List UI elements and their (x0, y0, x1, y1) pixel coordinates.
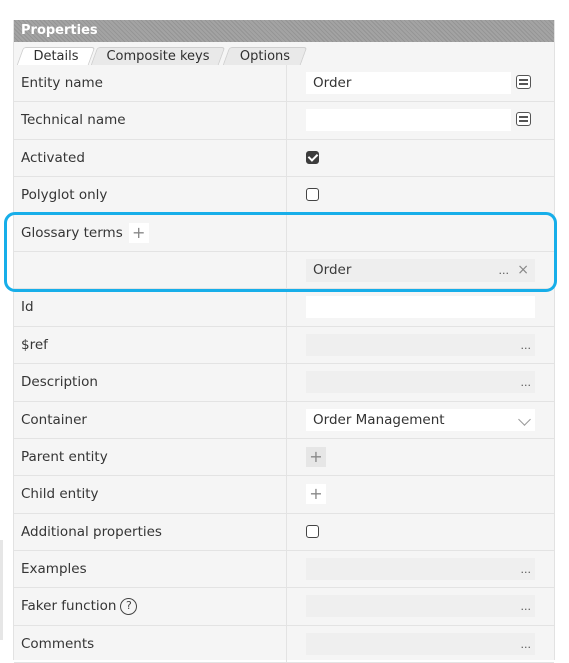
tab-options[interactable]: Options (222, 47, 308, 65)
row-additional-properties: Additional properties (14, 513, 554, 552)
description-label: Description (21, 374, 98, 391)
row-activated: Activated (14, 139, 554, 178)
glossary-term-field[interactable]: Order ... × (306, 258, 535, 282)
row-examples: Examples ... (14, 551, 554, 589)
comments-browse-icon[interactable]: ... (521, 633, 532, 657)
add-child-entity-plus-icon[interactable]: + (306, 484, 326, 505)
polyglot-only-label: Polyglot only (21, 187, 108, 204)
ref-browse-icon[interactable]: ... (521, 334, 532, 358)
technical-name-text-editor-icon[interactable] (516, 112, 531, 127)
technical-name-input[interactable] (306, 109, 511, 132)
examples-label: Examples (21, 561, 87, 578)
activated-checkbox[interactable] (306, 150, 319, 164)
row-id: Id (14, 289, 554, 327)
activated-label: Activated (21, 149, 85, 166)
glossary-terms-label: Glossary terms + (21, 215, 149, 251)
description-browse-icon[interactable]: ... (521, 371, 532, 395)
row-child-entity: Child entity + (14, 476, 554, 514)
id-label: Id (21, 299, 34, 316)
row-faker-function: Faker function? ... (14, 588, 554, 626)
properties-panel: Properties Details Composite keys Option… (13, 20, 555, 663)
row-ref: $ref ... (14, 326, 554, 365)
chevron-down-icon (518, 412, 531, 426)
panel-title: Properties (14, 20, 554, 42)
properties-list: Entity name Order Technical name Activat… (14, 65, 554, 663)
tab-details[interactable]: Details (16, 47, 96, 65)
tab-composite-keys[interactable]: Composite keys (90, 47, 226, 65)
glossary-term-remove-icon[interactable]: × (517, 259, 529, 282)
glossary-term-value: Order (313, 261, 352, 278)
faker-function-input[interactable]: ... (306, 595, 535, 619)
window-edge (0, 540, 3, 640)
row-glossary-terms: Glossary terms + (14, 214, 554, 252)
comments-input[interactable]: ... (306, 632, 535, 657)
container-select[interactable]: Order Management (306, 408, 535, 431)
additional-properties-label: Additional properties (21, 523, 162, 540)
add-glossary-term-plus-icon[interactable]: + (128, 222, 149, 243)
faker-function-label: Faker function? (21, 588, 138, 624)
comments-label: Comments (21, 635, 95, 652)
row-technical-name: Technical name (14, 102, 554, 140)
examples-input[interactable]: ... (306, 558, 535, 582)
entity-name-label: Entity name (21, 75, 103, 91)
additional-properties-checkbox[interactable] (306, 524, 319, 538)
container-label: Container (21, 411, 87, 428)
description-input[interactable]: ... (306, 371, 535, 395)
glossary-term-browse-icon[interactable]: ... (499, 259, 510, 282)
id-input[interactable] (306, 296, 535, 319)
row-comments: Comments ... (14, 625, 554, 663)
row-polyglot-only: Polyglot only (14, 177, 554, 215)
examples-browse-icon[interactable]: ... (521, 558, 532, 582)
ref-label: $ref (21, 336, 48, 353)
parent-entity-label: Parent entity (21, 448, 108, 465)
row-description: Description ... (14, 364, 554, 402)
add-parent-entity-plus-icon[interactable]: + (306, 446, 326, 467)
row-entity-name: Entity name Order (14, 65, 554, 103)
entity-name-input[interactable]: Order (306, 72, 511, 94)
technical-name-label: Technical name (21, 112, 126, 129)
child-entity-label: Child entity (21, 486, 99, 503)
row-glossary-term-item: Order ... × (14, 251, 554, 290)
ref-input[interactable]: ... (306, 333, 535, 358)
help-icon[interactable]: ? (120, 597, 138, 615)
faker-function-browse-icon[interactable]: ... (521, 595, 532, 619)
container-select-value: Order Management (313, 411, 445, 428)
polyglot-only-checkbox[interactable] (306, 188, 319, 202)
row-container: Container Order Management (14, 401, 554, 439)
tab-bar: Details Composite keys Options (14, 42, 554, 65)
row-parent-entity: Parent entity + (14, 438, 554, 477)
entity-name-text-editor-icon[interactable] (516, 75, 531, 89)
